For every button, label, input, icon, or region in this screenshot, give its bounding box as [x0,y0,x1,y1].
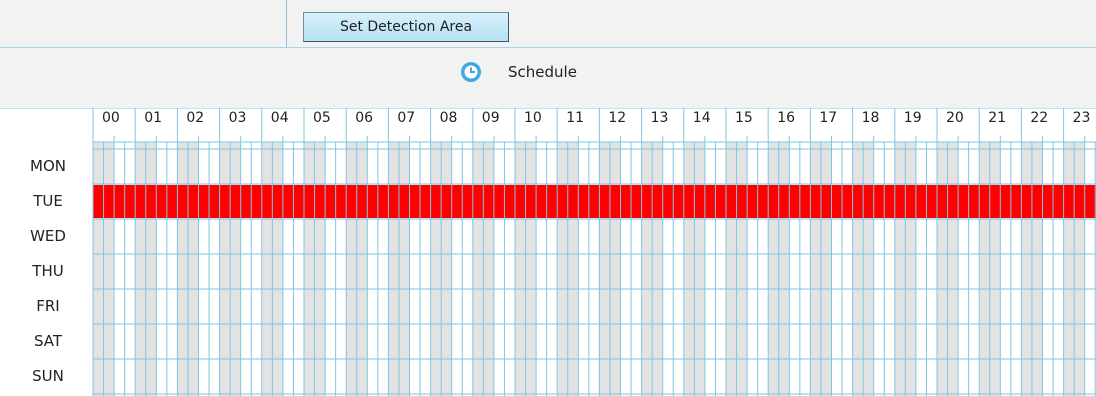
day-label-fri: FRI [36,297,60,315]
hour-label-19: 19 [903,110,922,126]
toolbar: Set Detection Area [0,0,1096,48]
day-label-sun: SUN [32,367,64,385]
hour-label-08: 08 [439,110,458,126]
selected-row-tue [93,185,1096,218]
schedule-grid-canvas[interactable] [0,108,1096,396]
hour-label-07: 07 [397,110,416,126]
day-label-tue: TUE [33,192,63,210]
day-label-thu: THU [32,262,64,280]
hour-label-13: 13 [650,110,669,126]
day-label-wed: WED [30,227,66,245]
hour-label-22: 22 [1030,110,1049,126]
hour-label-06: 06 [355,110,374,126]
hour-label-18: 18 [861,110,880,126]
hour-label-17: 17 [819,110,838,126]
hour-label-21: 21 [988,110,1007,126]
hour-label-01: 01 [144,110,163,126]
set-detection-area-button[interactable]: Set Detection Area [303,12,509,42]
hour-label-04: 04 [270,110,289,126]
hour-label-23: 23 [1072,110,1091,126]
schedule-grid[interactable]: 00 01 02 03 04 05 06 07 08 09 10 11 12 13 14 15 16 17 18 19… [0,108,1096,396]
schedule-title: Schedule [460,60,577,84]
hour-label-00: 00 [102,110,120,126]
day-label-mon: MON [30,157,66,175]
hour-label-12: 12 [608,110,627,126]
hour-label-10: 10 [524,110,542,126]
hour-label-20: 20 [946,110,964,126]
hour-label-11: 11 [566,110,585,126]
hour-label-05: 05 [313,110,331,126]
hour-label-14: 14 [692,110,711,126]
hour-label-03: 03 [228,110,247,126]
schedule-header: Schedule [0,48,1096,108]
hour-label-02: 02 [186,110,205,126]
clock-icon [460,61,482,83]
hour-label-09: 09 [481,110,500,126]
hour-label-16: 16 [777,110,796,126]
hour-label-15: 15 [735,110,753,126]
schedule-label: Schedule [508,63,577,81]
toolbar-divider [286,0,287,47]
day-label-sat: SAT [33,332,63,350]
